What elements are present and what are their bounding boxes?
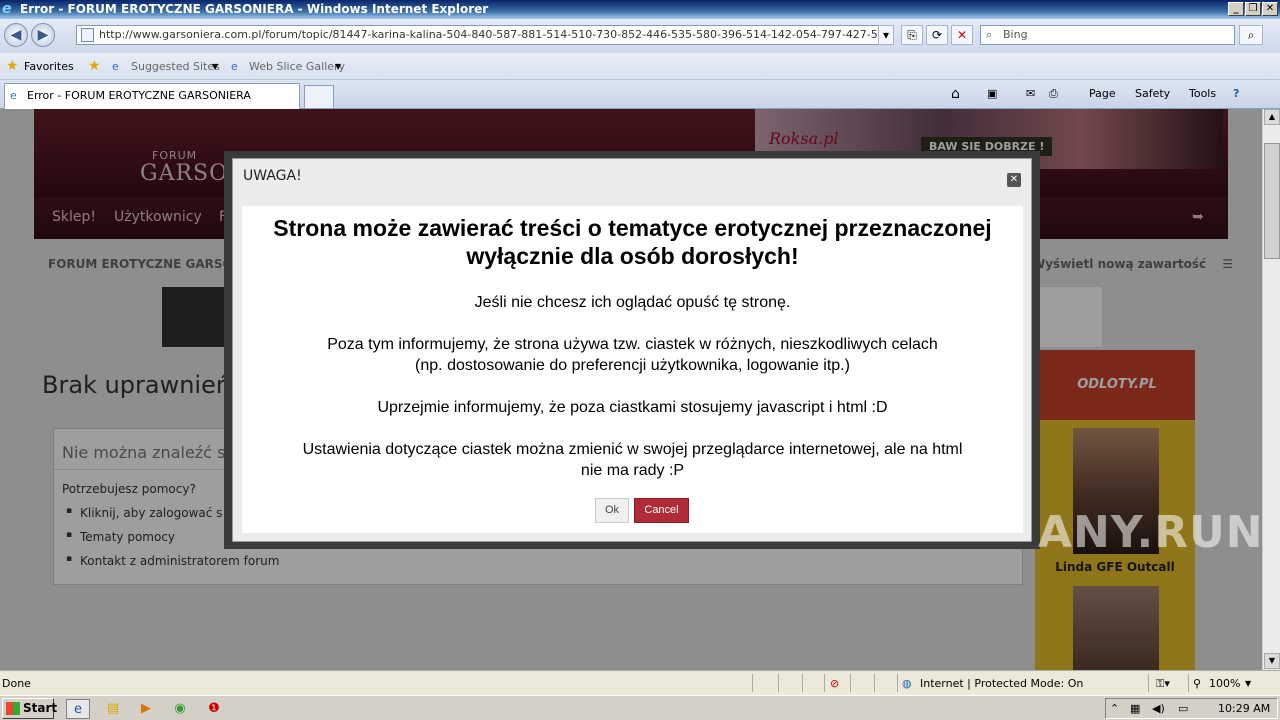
taskbar: Start e ▤ ▶ ◉ ❶ ⌃ ▦ ◀) ▭ 10:29 AM <box>0 695 1280 720</box>
compatibility-icon[interactable]: ⎘ <box>901 25 923 45</box>
safety-menu[interactable]: Safety <box>1135 86 1170 102</box>
modal-body: Strona może zawierać treści o tematyce e… <box>242 206 1023 533</box>
modal-settings-line2: nie ma rady :P <box>580 462 685 479</box>
favorites-button[interactable]: Favorites <box>24 53 74 80</box>
ie-page-icon: e <box>10 89 17 102</box>
warning-modal: UWAGA! ✕ Strona może zawierać treści o t… <box>232 158 1032 542</box>
close-window-button[interactable]: ✕ <box>1262 2 1278 16</box>
status-bar: Done ⊘ ◍ Internet | Protected Mode: On ⚿… <box>0 670 1280 695</box>
ie-page-icon: e <box>112 60 119 73</box>
system-tray: ⌃ ▦ ◀) ▭ 10:29 AM <box>1105 698 1278 719</box>
tray-app-icon[interactable]: ▭ <box>1178 699 1188 718</box>
new-tab-button[interactable] <box>304 85 334 109</box>
window-title: Error - FORUM EROTYCZNE GARSONIERA - Win… <box>20 2 489 16</box>
modal-cookies-line1: Poza tym informujemy, że strona używa tz… <box>327 336 938 353</box>
ok-button[interactable]: Ok <box>595 498 629 523</box>
chevron-down-icon: ▼ <box>335 62 342 71</box>
network-icon[interactable]: ▦ <box>1130 699 1140 718</box>
modal-settings-line1: Ustawienia dotyczące ciastek można zmien… <box>302 441 963 458</box>
status-text: Done <box>2 677 31 690</box>
ie-page-icon: e <box>231 60 238 73</box>
scroll-down-arrow[interactable]: ▼ <box>1264 653 1280 669</box>
taskbar-security-icon[interactable]: ❶ <box>202 699 226 719</box>
taskbar-explorer-icon[interactable]: ▤ <box>101 699 125 719</box>
forward-button[interactable]: ▶ <box>31 23 55 47</box>
modal-heading-line2: wyłącznie dla osób dorosłych! <box>466 243 799 269</box>
chevron-down-icon[interactable]: ▼ <box>1245 671 1251 696</box>
tray-arrow-icon[interactable]: ⌃ <box>1110 699 1119 718</box>
watermark: ANY.RUN <box>1038 507 1264 558</box>
modal-title: UWAGA! <box>243 168 302 184</box>
search-go-button[interactable]: ⌕ <box>1239 25 1263 45</box>
mail-icon[interactable]: ✉ <box>1026 86 1035 102</box>
page-menu[interactable]: Page <box>1089 86 1116 102</box>
chevron-down-icon: ▼ <box>212 62 219 71</box>
modal-cookies-line2: (np. dostosowanie do preferencji użytkow… <box>415 357 850 374</box>
page-scrollbar[interactable]: ▲ ▼ <box>1262 109 1280 670</box>
print-icon[interactable]: ⎙ <box>1049 86 1058 102</box>
globe-icon: ◍ <box>902 677 912 690</box>
clock: 10:29 AM <box>1218 702 1271 715</box>
scroll-up-arrow[interactable]: ▲ <box>1264 109 1280 125</box>
taskbar-ie-icon[interactable]: e <box>66 699 90 719</box>
help-icon[interactable]: ? <box>1233 86 1239 102</box>
modal-heading-line1: Strona może zawierać treści o tematyce e… <box>273 215 992 241</box>
windows-logo-icon <box>6 702 20 715</box>
start-label: Start <box>23 701 58 715</box>
address-url: http://www.garsoniera.com.pl/forum/topic… <box>99 28 893 41</box>
tab-current[interactable]: e Error - FORUM EROTYCZNE GARSONIERA <box>4 83 300 109</box>
add-favorite-icon[interactable]: ★ <box>88 53 101 80</box>
zoom-level[interactable]: 100% <box>1209 671 1240 696</box>
home-icon[interactable]: ⌂ <box>951 86 960 102</box>
protected-mode-icon[interactable]: ⚿▾ <box>1156 671 1170 696</box>
close-icon[interactable]: ✕ <box>1007 173 1021 187</box>
zoom-icon: ⚲ <box>1193 677 1202 690</box>
tab-bar: e Error - FORUM EROTYCZNE GARSONIERA ⌂ ▣… <box>0 80 1280 109</box>
modal-text-javascript: Uprzejmie informujemy, że poza ciastkami… <box>377 399 888 416</box>
search-input[interactable]: ⌕ Bing <box>980 25 1235 45</box>
feeds-icon[interactable]: ▣ <box>987 86 997 102</box>
page-icon <box>81 28 94 42</box>
search-placeholder: Bing <box>1003 28 1028 41</box>
stop-icon[interactable]: ✕ <box>951 25 973 45</box>
tab-label: Error - FORUM EROTYCZNE GARSONIERA <box>27 89 251 102</box>
web-slice-gallery-link[interactable]: Web Slice Gallery <box>249 53 345 80</box>
favorites-bar: ★ Favorites ★ e Suggested Sites ▼ e Web … <box>0 53 1280 80</box>
address-toolbar: ◀ ▶ http://www.garsoniera.com.pl/forum/t… <box>0 19 1280 53</box>
restore-button[interactable]: ❐ <box>1245 2 1261 16</box>
tools-menu[interactable]: Tools <box>1189 86 1216 102</box>
refresh-icon[interactable]: ⟳ <box>926 25 948 45</box>
modal-text-settings: Ustawienia dotyczące ciastek można zmien… <box>242 439 1023 481</box>
scroll-thumb[interactable] <box>1264 143 1280 259</box>
volume-icon[interactable]: ◀) <box>1152 699 1165 718</box>
minimize-button[interactable]: _ <box>1228 2 1244 16</box>
ie-logo-icon: e <box>2 1 12 17</box>
taskbar-chrome-icon[interactable]: ◉ <box>168 699 192 719</box>
zone-text[interactable]: Internet | Protected Mode: On <box>920 671 1083 696</box>
cancel-button[interactable]: Cancel <box>634 498 689 523</box>
address-dropdown-button[interactable]: ▾ <box>878 25 894 45</box>
address-input[interactable]: http://www.garsoniera.com.pl/forum/topic… <box>76 25 894 45</box>
back-button[interactable]: ◀ <box>4 23 28 47</box>
taskbar-media-player-icon[interactable]: ▶ <box>134 699 158 719</box>
search-icon: ⌕ <box>986 28 993 41</box>
start-button[interactable]: Start <box>2 698 58 719</box>
window-title-bar: e Error - FORUM EROTYCZNE GARSONIERA - W… <box>0 0 1280 19</box>
modal-text-cookies: Poza tym informujemy, że strona używa tz… <box>242 334 1023 376</box>
modal-heading: Strona może zawierać treści o tematyce e… <box>242 214 1023 270</box>
star-icon: ★ <box>6 58 19 74</box>
modal-text-leave: Jeśli nie chcesz ich oglądać opuść tę st… <box>474 294 791 311</box>
popup-blocker-icon[interactable]: ⊘ <box>830 671 839 696</box>
suggested-sites-link[interactable]: Suggested Sites <box>131 53 220 80</box>
